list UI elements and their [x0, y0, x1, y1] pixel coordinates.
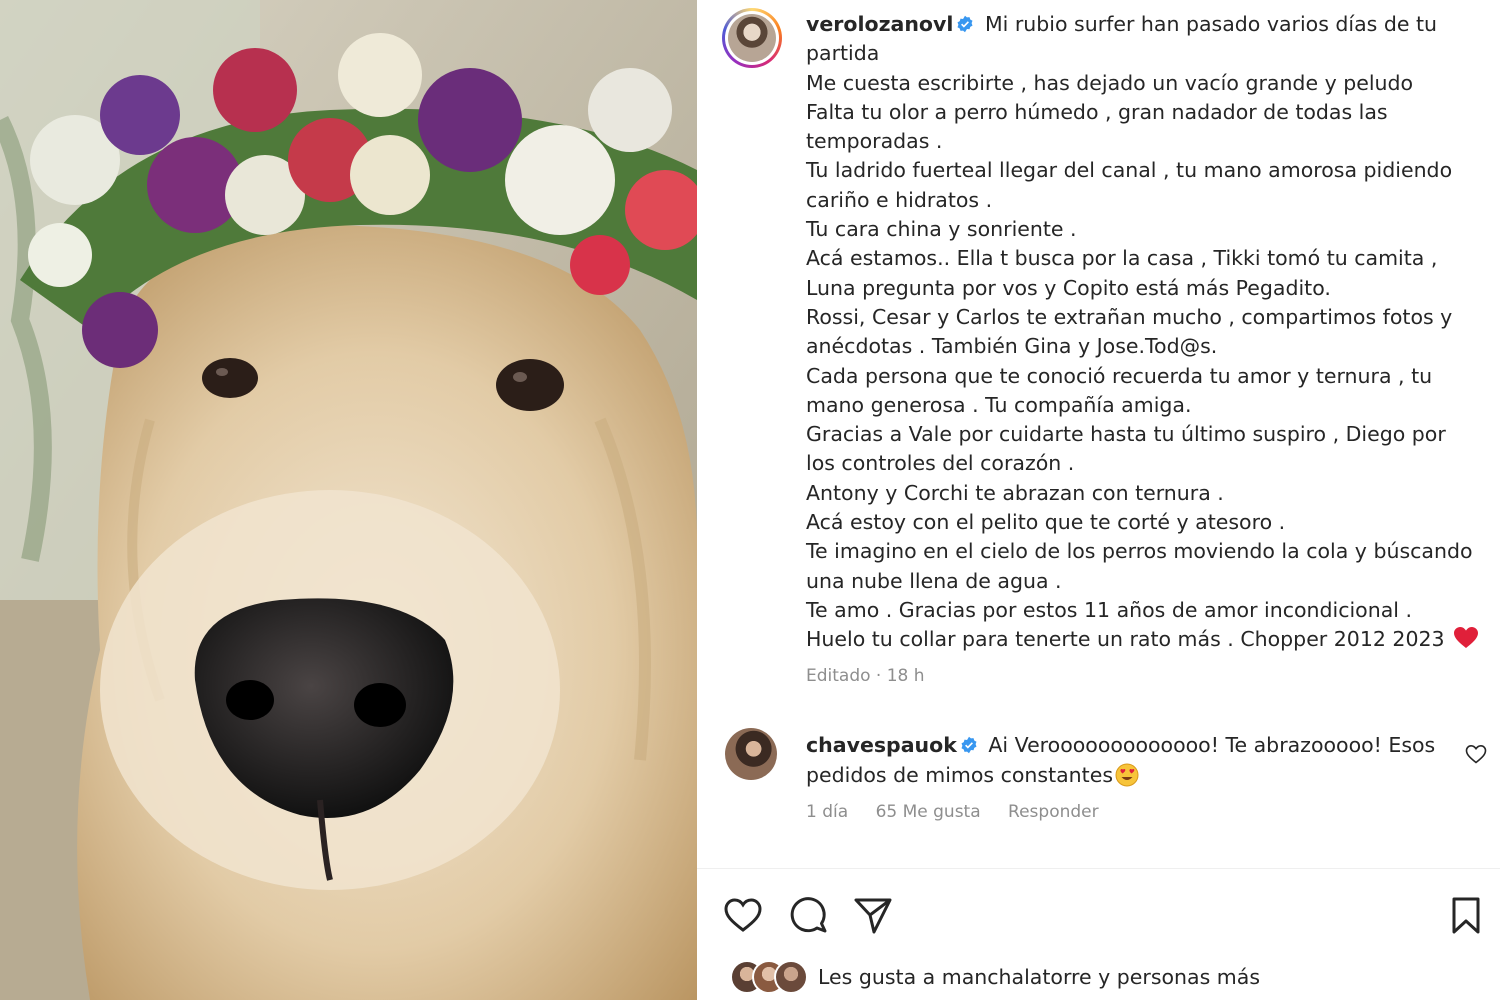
comment-likes[interactable]: 65 Me gusta [876, 802, 981, 822]
caption-line: cariño e hidratos . [806, 187, 993, 212]
dog-photo-illustration [0, 0, 697, 1000]
share-icon[interactable] [853, 895, 893, 935]
likes-text: Les gusta a manchalatorre y personas más [818, 965, 1261, 989]
caption-line: Antony y Corchi te abrazan con ternura . [806, 480, 1224, 505]
caption-line: Tu cara china y sonriente . [806, 217, 1077, 242]
comment-icon[interactable] [788, 895, 828, 935]
comment: chavespauok Ai Verooooooooooooo! Te abra… [806, 730, 1446, 790]
reply-button[interactable]: Responder [1008, 802, 1099, 822]
verified-badge-icon [961, 736, 977, 754]
post-caption: verolozanovl Mi rubio surfer han pasado … [806, 10, 1478, 655]
post-meta: Editado · 18 h [806, 666, 925, 686]
verified-badge-icon [957, 15, 973, 33]
caption-line: partida [806, 41, 880, 66]
caption-line: los controles del corazón . [806, 451, 1075, 476]
divider [697, 868, 1500, 869]
caption-line: Te amo . Gracias por estos 11 años de am… [806, 597, 1413, 622]
caption-line: Te imagino en el cielo de los perros mov… [806, 539, 1473, 564]
caption-line: Falta tu olor a perro húmedo , gran nada… [806, 99, 1388, 124]
comment-time: 1 día [806, 802, 849, 822]
comment-line: pedidos de mimos constantes [806, 760, 1446, 790]
comment-line: chavespauok Ai Verooooooooooooo! Te abra… [806, 733, 1436, 757]
caption-line: Cada persona que te conoció recuerda tu … [806, 363, 1433, 388]
caption-line: Tu ladrido fuerteal llegar del canal , t… [806, 158, 1453, 183]
caption-line: anécdotas . También Gina y Jose.Tod@s. [806, 334, 1218, 359]
liker-avatar [774, 960, 808, 994]
author-avatar[interactable] [722, 8, 782, 68]
commenter-avatar[interactable] [725, 728, 777, 780]
caption-line: verolozanovl Mi rubio surfer han pasado … [806, 12, 1438, 36]
red-heart-emoji-icon [1453, 627, 1478, 649]
heart-icon[interactable] [723, 895, 763, 935]
caption-line: Acá estoy con el pelito que te corté y a… [806, 510, 1286, 535]
comment-like-heart-icon[interactable] [1464, 742, 1488, 766]
commenter-username[interactable]: chavespauok [806, 733, 957, 757]
caption-line: Me cuesta escribirte , has dejado un vac… [806, 70, 1414, 95]
caption-line: Rossi, Cesar y Carlos te extrañan mucho … [806, 304, 1453, 329]
author-username[interactable]: verolozanovl [806, 12, 953, 36]
comment-meta: 1 día 65 Me gusta Responder [806, 802, 1121, 822]
post-photo [0, 0, 697, 1000]
caption-line: Huelo tu collar para tenerte un rato más… [806, 625, 1478, 654]
caption-line: mano generosa . Tu compañía amiga. [806, 392, 1192, 417]
caption-line: temporadas . [806, 129, 943, 154]
caption-line: Acá estamos.. Ella t busca por la casa ,… [806, 246, 1438, 271]
heart-eyes-emoji-icon [1115, 763, 1139, 787]
caption-line: Luna pregunta por vos y Copito está más … [806, 275, 1331, 300]
bookmark-icon[interactable] [1446, 895, 1486, 935]
likes-summary[interactable]: Les gusta a manchalatorre y personas más [730, 960, 1260, 994]
caption-line: una nube llena de agua . [806, 568, 1062, 593]
caption-line: Gracias a Vale por cuidarte hasta tu últ… [806, 422, 1446, 447]
